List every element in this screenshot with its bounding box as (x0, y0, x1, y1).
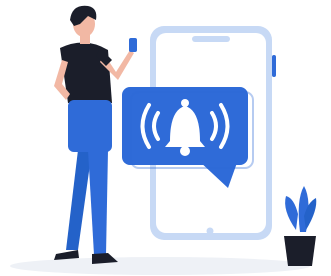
illustration-svg (10, 5, 317, 275)
potted-plant-icon (284, 186, 317, 266)
illustration-canvas (0, 0, 331, 276)
